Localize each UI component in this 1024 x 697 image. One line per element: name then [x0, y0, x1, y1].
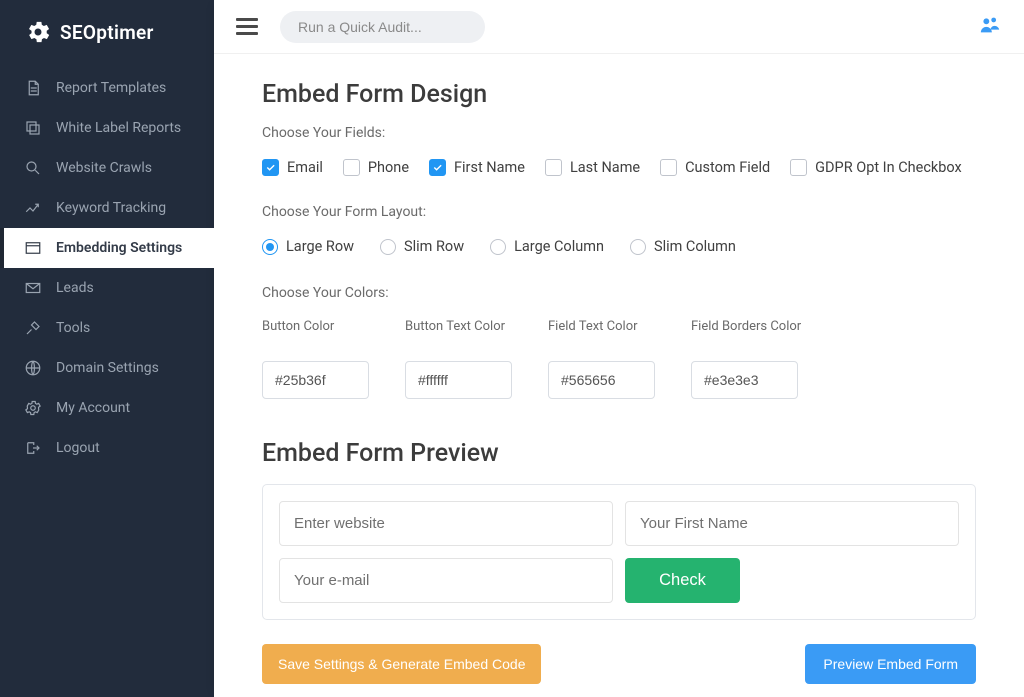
- colors-row: Button Color Button Text Color Field Tex…: [262, 319, 976, 399]
- field-custom[interactable]: Custom Field: [660, 159, 770, 176]
- nav-list: Report Templates White Label Reports Web…: [0, 68, 214, 468]
- design-heading: Embed Form Design: [262, 80, 976, 109]
- sidebar-item-my-account[interactable]: My Account: [0, 388, 214, 428]
- sidebar-item-label: Embedding Settings: [56, 240, 182, 256]
- field-borders-color-label: Field Borders Color: [691, 319, 806, 351]
- field-first-name[interactable]: First Name: [429, 159, 525, 176]
- button-text-color-input[interactable]: [405, 361, 512, 399]
- fields-row: Email Phone First Name Last Name Custom …: [262, 159, 976, 176]
- layout-label: Choose Your Form Layout:: [262, 204, 976, 220]
- sidebar-item-report-templates[interactable]: Report Templates: [0, 68, 214, 108]
- field-email[interactable]: Email: [262, 159, 323, 176]
- chart-line-icon: [24, 199, 42, 217]
- layout-large-row[interactable]: Large Row: [262, 238, 354, 255]
- sidebar-item-label: Leads: [56, 280, 94, 296]
- settings-icon: [24, 399, 42, 417]
- embed-icon: [24, 239, 42, 257]
- sidebar-item-label: Tools: [56, 320, 90, 336]
- sidebar-item-leads[interactable]: Leads: [0, 268, 214, 308]
- preview-check-button[interactable]: Check: [625, 558, 740, 603]
- field-borders-color-input[interactable]: [691, 361, 798, 399]
- sidebar-item-label: Report Templates: [56, 80, 166, 96]
- users-icon[interactable]: [978, 14, 1002, 36]
- preview-first-name-input[interactable]: [625, 501, 959, 546]
- preview-box: Check: [262, 484, 976, 620]
- field-text-color-input[interactable]: [548, 361, 655, 399]
- button-color-input[interactable]: [262, 361, 369, 399]
- layout-row: Large Row Slim Row Large Column Slim Col…: [262, 238, 976, 255]
- topbar: [214, 0, 1024, 54]
- sidebar-item-domain-settings[interactable]: Domain Settings: [0, 348, 214, 388]
- radio-icon: [630, 239, 646, 255]
- field-gdpr[interactable]: GDPR Opt In Checkbox: [790, 159, 962, 176]
- layout-slim-row[interactable]: Slim Row: [380, 238, 464, 255]
- globe-icon: [24, 359, 42, 377]
- sidebar-item-keyword-tracking[interactable]: Keyword Tracking: [0, 188, 214, 228]
- field-last-name[interactable]: Last Name: [545, 159, 640, 176]
- gear-icon: [24, 18, 52, 46]
- logout-icon: [24, 439, 42, 457]
- sidebar-item-label: Logout: [56, 440, 100, 456]
- sidebar: SEOptimer Report Templates White Label R…: [0, 0, 214, 697]
- sidebar-item-label: Keyword Tracking: [56, 200, 166, 216]
- copy-icon: [24, 119, 42, 137]
- sidebar-item-website-crawls[interactable]: Website Crawls: [0, 148, 214, 188]
- quick-audit-search[interactable]: [280, 11, 485, 43]
- menu-toggle-button[interactable]: [236, 18, 258, 35]
- layout-large-column[interactable]: Large Column: [490, 238, 604, 255]
- fields-label: Choose Your Fields:: [262, 125, 976, 141]
- search-input[interactable]: [298, 19, 479, 35]
- sidebar-item-label: White Label Reports: [56, 120, 181, 136]
- sidebar-item-label: My Account: [56, 400, 130, 416]
- sidebar-item-logout[interactable]: Logout: [0, 428, 214, 468]
- save-generate-button[interactable]: Save Settings & Generate Embed Code: [262, 644, 541, 684]
- checkbox-icon: [660, 159, 677, 176]
- brand-logo[interactable]: SEOptimer: [0, 0, 214, 68]
- radio-icon: [262, 239, 278, 255]
- sidebar-item-label: Domain Settings: [56, 360, 159, 376]
- brand-name: SEOptimer: [60, 21, 154, 44]
- mail-icon: [24, 279, 42, 297]
- radio-icon: [490, 239, 506, 255]
- checkbox-icon: [545, 159, 562, 176]
- sidebar-item-label: Website Crawls: [56, 160, 152, 176]
- sidebar-item-embedding-settings[interactable]: Embedding Settings: [0, 228, 214, 268]
- preview-embed-button[interactable]: Preview Embed Form: [805, 644, 976, 684]
- checkbox-icon: [343, 159, 360, 176]
- preview-website-input[interactable]: [279, 501, 613, 546]
- checkbox-icon: [790, 159, 807, 176]
- colors-label: Choose Your Colors:: [262, 285, 976, 301]
- field-text-color-label: Field Text Color: [548, 319, 663, 351]
- sidebar-item-white-label-reports[interactable]: White Label Reports: [0, 108, 214, 148]
- button-text-color-label: Button Text Color: [405, 319, 520, 351]
- layout-slim-column[interactable]: Slim Column: [630, 238, 736, 255]
- preview-heading: Embed Form Preview: [262, 439, 976, 468]
- field-phone[interactable]: Phone: [343, 159, 409, 176]
- action-row: Save Settings & Generate Embed Code Prev…: [262, 644, 976, 684]
- content: Embed Form Design Choose Your Fields: Em…: [214, 54, 1024, 697]
- document-icon: [24, 79, 42, 97]
- sidebar-item-tools[interactable]: Tools: [0, 308, 214, 348]
- hammer-icon: [24, 319, 42, 337]
- checkbox-icon: [262, 159, 279, 176]
- radio-icon: [380, 239, 396, 255]
- search-icon: [24, 159, 42, 177]
- button-color-label: Button Color: [262, 319, 377, 351]
- preview-email-input[interactable]: [279, 558, 613, 603]
- checkbox-icon: [429, 159, 446, 176]
